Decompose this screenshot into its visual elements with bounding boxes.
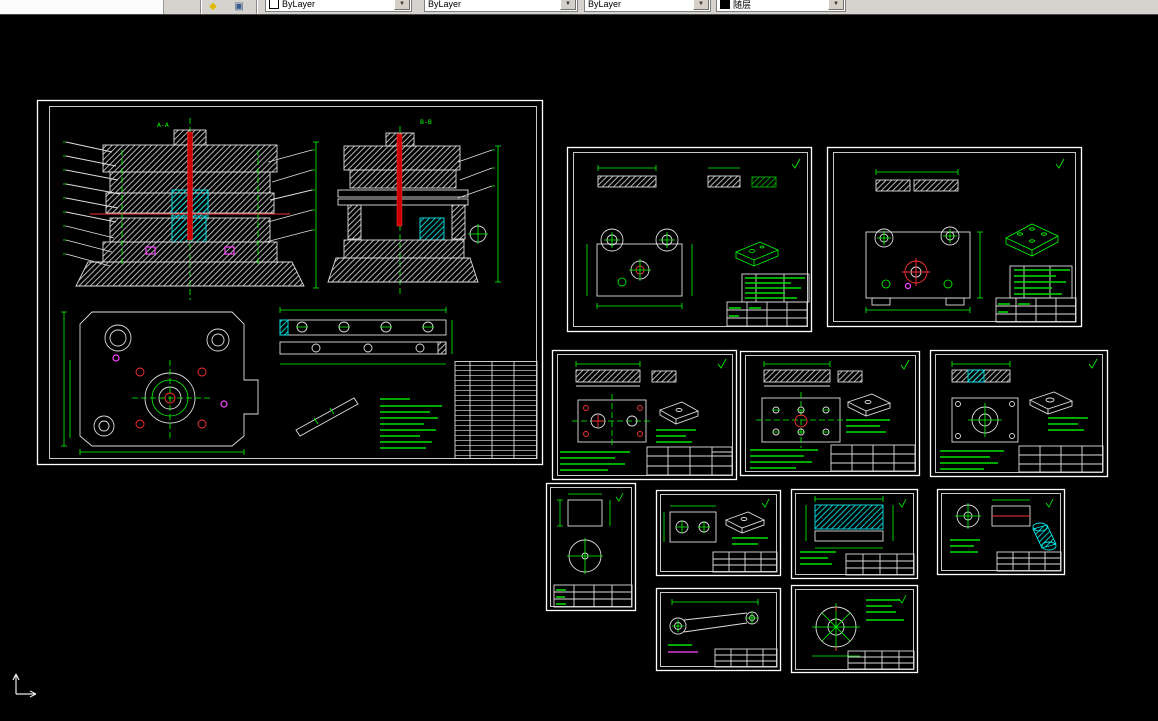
plate-plan-view[interactable]	[572, 394, 652, 448]
rail-strip-view[interactable]	[279, 307, 453, 365]
isometric-view	[724, 511, 766, 534]
lever-view[interactable]	[669, 599, 759, 635]
title-block	[996, 551, 1062, 572]
bracket-plan-view[interactable]	[865, 226, 983, 313]
lineweight-control-combo[interactable]: ByLayer ▼	[584, 0, 711, 12]
lineweight-control-value: ByLayer	[588, 0, 622, 9]
sheet-part-03[interactable]	[551, 349, 738, 481]
bracket-plan-view[interactable]	[586, 228, 693, 309]
color-swatch	[269, 0, 279, 9]
cylinder-iso-view	[1032, 522, 1057, 551]
notes-text	[380, 398, 442, 449]
section-a-label: A-A	[157, 121, 169, 129]
color-control-combo[interactable]: ByLayer ▼	[265, 0, 412, 12]
parts-list-table[interactable]	[454, 361, 538, 459]
plotstyle-control-combo[interactable]: 随层 ▼	[716, 0, 846, 12]
plotstyle-control-value: 随层	[733, 0, 752, 10]
toolbar-left-panel	[0, 0, 164, 14]
sheet-assembly[interactable]: A-A B-B	[36, 99, 544, 466]
title-block	[712, 551, 778, 573]
section-a-view[interactable]: A-A	[63, 118, 319, 300]
isometric-view	[846, 393, 892, 417]
punch-pin-view[interactable]	[295, 397, 359, 437]
linetype-control-value: ByLayer	[428, 0, 462, 9]
title-block	[714, 648, 778, 668]
sheet-part-11[interactable]	[790, 584, 919, 674]
isometric-view	[658, 401, 700, 425]
sheet-part-05[interactable]	[929, 349, 1109, 478]
properties-toolbar: ◆ ▣ ByLayer ▼ ByLayer ▼ ByLayer ▼ 随层 ▼	[0, 0, 1158, 15]
wheel-view[interactable]	[812, 603, 860, 651]
title-block	[847, 650, 915, 670]
plate-plan-view[interactable]	[756, 392, 848, 448]
surface-finish-icon	[761, 498, 770, 508]
surface-finish-icon	[615, 492, 624, 502]
sheet-part-08[interactable]	[790, 488, 919, 580]
toolbar-separator	[256, 0, 257, 14]
surface-finish-icon	[898, 498, 907, 508]
isometric-view	[1005, 223, 1059, 257]
chevron-down-icon[interactable]: ▼	[693, 0, 709, 10]
sheet-part-07[interactable]	[655, 489, 782, 577]
sheet-part-01[interactable]	[566, 146, 813, 333]
surface-finish-icon	[791, 158, 801, 169]
isometric-view	[1028, 391, 1074, 415]
ucs-icon	[12, 673, 37, 698]
surface-finish-icon	[900, 359, 910, 370]
plotstyle-swatch	[720, 0, 730, 9]
title-block	[830, 444, 916, 472]
sheet-part-02[interactable]	[826, 146, 1083, 328]
isometric-view	[734, 241, 780, 267]
surface-finish-icon	[898, 594, 907, 604]
title-block	[995, 297, 1077, 323]
surface-finish-icon	[1088, 358, 1098, 369]
plan-view[interactable]	[61, 311, 259, 455]
sheet-part-04[interactable]	[739, 350, 921, 477]
section-b-view[interactable]: B-B	[327, 118, 501, 295]
linetype-control-combo[interactable]: ByLayer ▼	[424, 0, 578, 12]
color-control-value: ByLayer	[282, 0, 316, 9]
title-block	[845, 553, 915, 576]
title-block	[553, 584, 633, 608]
sheet-part-06[interactable]	[545, 482, 637, 612]
sheet-part-09[interactable]	[936, 488, 1066, 576]
surface-finish-icon	[1055, 158, 1065, 169]
model-space[interactable]: A-A B-B	[0, 15, 1158, 721]
section-b-label: B-B	[420, 118, 432, 126]
toolbar-separator	[200, 0, 201, 14]
chevron-down-icon[interactable]: ▼	[560, 0, 576, 10]
chevron-down-icon[interactable]: ▼	[828, 0, 844, 10]
title-block	[726, 301, 808, 327]
title-block	[1018, 445, 1104, 473]
title-block	[646, 446, 733, 476]
drawing-canvas[interactable]: A-A B-B	[0, 15, 1158, 706]
plate-plan-view[interactable]	[951, 397, 1019, 443]
layers-icon[interactable]: ◆	[206, 0, 220, 13]
surface-finish-icon	[1045, 498, 1054, 508]
sheet-part-10[interactable]	[655, 587, 782, 672]
chevron-down-icon[interactable]: ▼	[394, 0, 410, 10]
layer-properties-icon[interactable]: ▣	[232, 0, 246, 13]
surface-finish-icon	[717, 358, 727, 369]
